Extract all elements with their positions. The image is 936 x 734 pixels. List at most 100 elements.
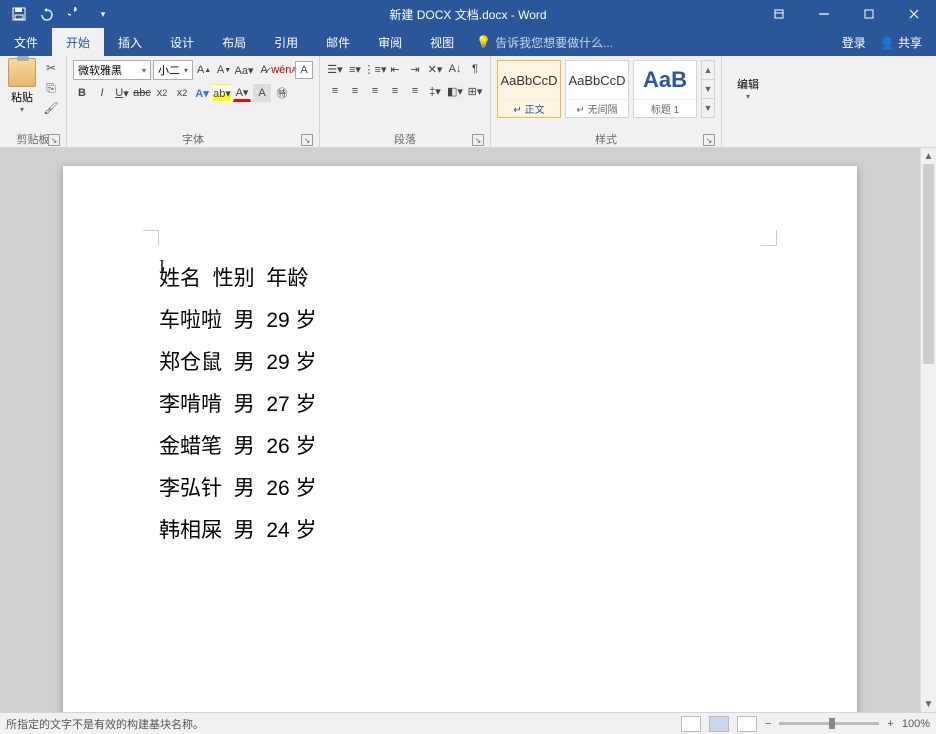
tab-insert[interactable]: 插入	[104, 28, 156, 56]
status-right: − + 100%	[681, 716, 930, 732]
group-label-paragraph: 段落 ↘	[324, 131, 486, 147]
highlight-button[interactable]: ab▾	[213, 84, 231, 102]
styles-scroll-down[interactable]: ▼	[702, 80, 714, 99]
tab-design[interactable]: 设计	[156, 28, 208, 56]
tell-me-search[interactable]: 💡 告诉我您想要做什么...	[476, 34, 613, 51]
save-button[interactable]	[10, 5, 28, 23]
enclose-characters-button[interactable]: ㊕	[273, 84, 291, 102]
subscript-button[interactable]: x2	[153, 84, 171, 102]
strikethrough-button[interactable]: abc	[133, 84, 151, 102]
styles-gallery-nav: ▲ ▼ ▼	[701, 60, 715, 118]
group-label-clipboard: 剪贴板 ↘	[4, 131, 62, 147]
style-name-normal: ↵ 正文	[498, 99, 560, 117]
status-message: 所指定的文字不是有效的构建基块名称。	[6, 716, 204, 732]
format-painter-button[interactable]: 🖌	[42, 100, 60, 116]
zoom-level[interactable]: 100%	[902, 718, 930, 730]
window-controls	[756, 0, 936, 28]
shrink-font-button[interactable]: A▼	[215, 61, 233, 79]
tab-file[interactable]: 文件	[0, 28, 52, 56]
styles-dialog-launcher[interactable]: ↘	[703, 134, 715, 146]
minimize-button[interactable]	[801, 0, 846, 28]
paragraph-dialog-launcher[interactable]: ↘	[472, 134, 484, 146]
superscript-button[interactable]: x2	[173, 84, 191, 102]
print-layout-button[interactable]	[709, 716, 729, 732]
distributed-button[interactable]: ≡	[406, 82, 424, 100]
copy-button[interactable]: ⎘	[42, 80, 60, 96]
doc-row: 车啦啦 男 29 岁	[159, 300, 761, 342]
font-name-combo[interactable]: 微软雅黑▾	[73, 60, 151, 80]
style-normal[interactable]: AaBbCcD ↵ 正文	[497, 60, 561, 118]
qat-customize-button[interactable]: ▾	[94, 5, 112, 23]
document-page[interactable]: I 姓名 性别 年龄 车啦啦 男 29 岁 郑仓鼠 男 29 岁 李啃啃 男 2…	[63, 166, 857, 712]
text-effects-button[interactable]: A▾	[193, 84, 211, 102]
shading-button[interactable]: ◧▾	[446, 82, 464, 100]
cut-button[interactable]: ✂	[42, 60, 60, 76]
grow-font-button[interactable]: A▲	[195, 61, 213, 79]
window-title: 新建 DOCX 文档.docx - Word	[389, 6, 546, 23]
line-spacing-button[interactable]: ‡▾	[426, 82, 444, 100]
styles-expand[interactable]: ▼	[702, 99, 714, 117]
tab-home[interactable]: 开始	[52, 28, 104, 56]
tab-layout[interactable]: 布局	[208, 28, 260, 56]
align-center-button[interactable]: ≡	[346, 82, 364, 100]
group-clipboard: 粘贴 ▾ ✂ ⎘ 🖌 剪贴板 ↘	[0, 56, 67, 147]
scroll-up-button[interactable]: ▲	[921, 148, 936, 164]
zoom-out-button[interactable]: −	[765, 718, 771, 730]
asian-layout-button[interactable]: ✕▾	[426, 60, 444, 78]
ribbon-options-button[interactable]	[756, 0, 801, 28]
multilevel-list-button[interactable]: ⋮≡▾	[366, 60, 384, 78]
scroll-thumb[interactable]	[923, 164, 934, 364]
italic-button[interactable]: I	[93, 84, 111, 102]
doc-row: 李弘针 男 26 岁	[159, 468, 761, 510]
borders-button[interactable]: ⊞▾	[466, 82, 484, 100]
tab-mailings[interactable]: 邮件	[312, 28, 364, 56]
bullets-button[interactable]: ☰▾	[326, 60, 344, 78]
clipboard-dialog-launcher[interactable]: ↘	[48, 134, 60, 146]
justify-button[interactable]: ≡	[386, 82, 404, 100]
phonetic-guide-button[interactable]: wénA	[275, 61, 293, 79]
page-container[interactable]: I 姓名 性别 年龄 车啦啦 男 29 岁 郑仓鼠 男 29 岁 李啃啃 男 2…	[0, 148, 920, 712]
style-nospace[interactable]: AaBbCcD ↵ 无间隔	[565, 60, 629, 118]
web-layout-button[interactable]	[737, 716, 757, 732]
numbering-button[interactable]: ≡▾	[346, 60, 364, 78]
doc-header-row: 姓名 性别 年龄	[159, 258, 761, 300]
editing-menu-button[interactable]: 编辑 ▾	[726, 58, 770, 118]
sort-button[interactable]: A↓	[446, 60, 464, 78]
increase-indent-button[interactable]: ⇥	[406, 60, 424, 78]
scroll-down-button[interactable]: ▼	[921, 696, 936, 712]
style-heading1[interactable]: AaB 标题 1	[633, 60, 697, 118]
decrease-indent-button[interactable]: ⇤	[386, 60, 404, 78]
editing-label: 编辑	[737, 76, 759, 92]
zoom-in-button[interactable]: +	[887, 718, 893, 730]
doc-row: 李啃啃 男 27 岁	[159, 384, 761, 426]
close-button[interactable]	[891, 0, 936, 28]
change-case-button[interactable]: Aa▾	[235, 61, 253, 79]
character-border-button[interactable]: A	[295, 61, 313, 79]
align-right-button[interactable]: ≡	[366, 82, 384, 100]
tab-view[interactable]: 视图	[416, 28, 468, 56]
font-size-combo[interactable]: 小二▾	[153, 60, 193, 80]
paste-button[interactable]: 粘贴 ▾	[4, 58, 40, 114]
bold-button[interactable]: B	[73, 84, 91, 102]
styles-scroll-up[interactable]: ▲	[702, 61, 714, 80]
read-mode-button[interactable]	[681, 716, 701, 732]
scroll-track[interactable]	[921, 164, 936, 696]
lightbulb-icon: 💡	[476, 35, 491, 49]
zoom-slider[interactable]	[779, 722, 879, 725]
align-left-button[interactable]: ≡	[326, 82, 344, 100]
signin-button[interactable]: 登录	[842, 34, 866, 51]
tab-review[interactable]: 审阅	[364, 28, 416, 56]
tab-references[interactable]: 引用	[260, 28, 312, 56]
font-dialog-launcher[interactable]: ↘	[301, 134, 313, 146]
show-marks-button[interactable]: ¶	[466, 60, 484, 78]
vertical-scrollbar[interactable]: ▲ ▼	[920, 148, 936, 712]
character-shading-button[interactable]: A	[253, 84, 271, 102]
undo-button[interactable]	[38, 5, 56, 23]
document-content[interactable]: 姓名 性别 年龄 车啦啦 男 29 岁 郑仓鼠 男 29 岁 李啃啃 男 27 …	[159, 258, 761, 552]
share-button[interactable]: 👤 共享	[880, 34, 922, 51]
status-bar: 所指定的文字不是有效的构建基块名称。 − + 100%	[0, 712, 936, 734]
redo-button[interactable]	[66, 5, 84, 23]
underline-button[interactable]: U▾	[113, 84, 131, 102]
font-color-button[interactable]: A▾	[233, 84, 251, 102]
maximize-button[interactable]	[846, 0, 891, 28]
